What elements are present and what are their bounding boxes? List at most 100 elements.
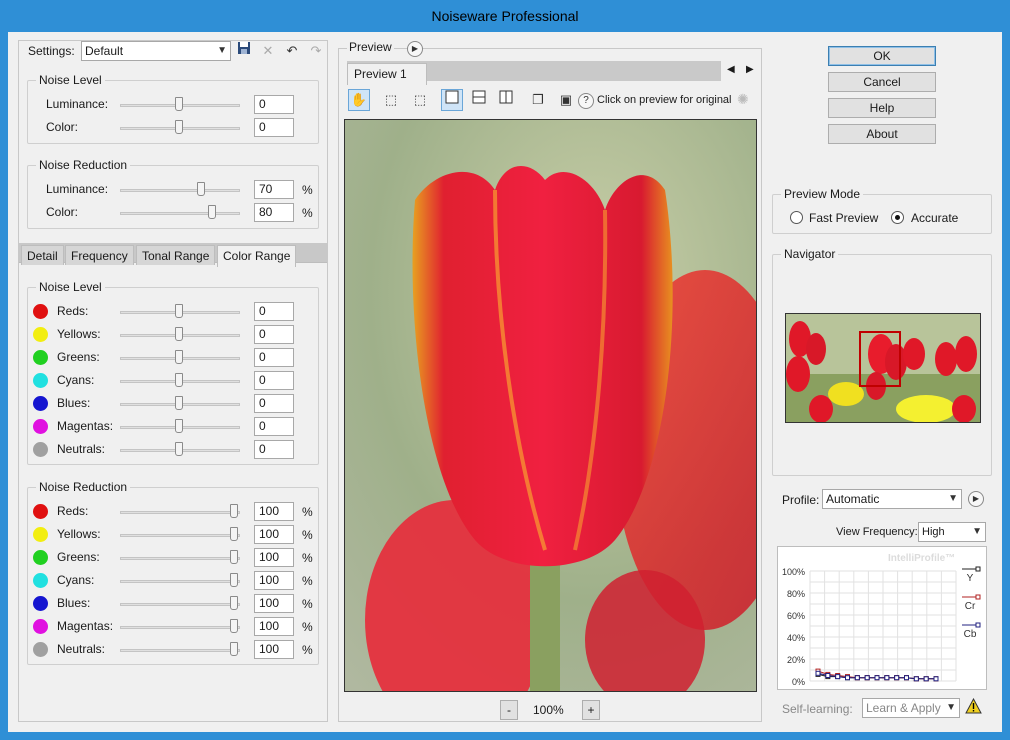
- help-button[interactable]: Help: [828, 98, 936, 118]
- add-selection-icon[interactable]: ⬚: [409, 89, 431, 111]
- color-input[interactable]: 0: [254, 118, 294, 137]
- learn-apply-dropdown[interactable]: Learn & Apply ▼: [862, 698, 960, 718]
- tab-color-range[interactable]: Color Range: [217, 245, 297, 267]
- tab-tonal-range[interactable]: Tonal Range: [136, 245, 216, 265]
- redo-icon[interactable]: ↷: [305, 40, 327, 62]
- color-row-slider[interactable]: [120, 580, 240, 583]
- color-row-input[interactable]: 100: [254, 617, 294, 636]
- color-row-slider[interactable]: [120, 557, 240, 560]
- color-row-slider-thumb[interactable]: [175, 419, 183, 433]
- color-row-input[interactable]: 0: [254, 302, 294, 321]
- cancel-button[interactable]: Cancel: [828, 72, 936, 92]
- color-row-slider-thumb[interactable]: [230, 527, 238, 541]
- about-button[interactable]: About: [828, 124, 936, 144]
- percent-label: %: [302, 643, 313, 657]
- color-row-input[interactable]: 0: [254, 440, 294, 459]
- new-preview-icon[interactable]: ❐: [527, 89, 549, 111]
- legend-label: Cr: [965, 601, 976, 612]
- preview-image[interactable]: [344, 119, 757, 692]
- color-row-label: Magentas:: [57, 619, 114, 633]
- navigator-thumbnail[interactable]: [785, 313, 981, 423]
- luminance-reduction-slider[interactable]: [120, 189, 240, 192]
- color-reduction-slider[interactable]: [120, 212, 240, 215]
- settings-dropdown[interactable]: Default ▼: [81, 41, 231, 61]
- preview-options-icon[interactable]: ▶: [407, 41, 423, 57]
- help-icon[interactable]: ?: [578, 93, 594, 109]
- color-swatch: [33, 504, 48, 519]
- color-row-slider-thumb[interactable]: [175, 327, 183, 341]
- noise-level-title: Noise Level: [36, 280, 105, 294]
- compare-icon[interactable]: ▣: [555, 89, 577, 111]
- color-row-input[interactable]: 100: [254, 548, 294, 567]
- color-row-slider-thumb[interactable]: [175, 304, 183, 318]
- color-row-input[interactable]: 0: [254, 417, 294, 436]
- color-row-input[interactable]: 0: [254, 348, 294, 367]
- color-slider-thumb[interactable]: [175, 120, 183, 134]
- preview-panel: Preview ▶ Preview 1 ◀ ▶ ✋ ⬚ ⬚ ❐ ▣ ? Clic…: [338, 40, 762, 722]
- color-row-slider-thumb[interactable]: [175, 396, 183, 410]
- percent-label: %: [302, 505, 313, 519]
- zoom-in-button[interactable]: +: [582, 700, 600, 720]
- color-row-input[interactable]: 100: [254, 502, 294, 521]
- color-row-slider[interactable]: [120, 626, 240, 629]
- color-row-input[interactable]: 100: [254, 571, 294, 590]
- delete-icon[interactable]: ✕: [257, 40, 279, 62]
- color-row-slider-thumb[interactable]: [230, 573, 238, 587]
- color-reduction-input[interactable]: 80: [254, 203, 294, 222]
- color-row-label: Greens:: [57, 350, 100, 364]
- color-row-input[interactable]: 0: [254, 394, 294, 413]
- color-row-label: Neutrals:: [57, 442, 106, 456]
- data-point: [904, 675, 909, 681]
- color-row-slider[interactable]: [120, 511, 240, 514]
- color-row-slider-thumb[interactable]: [230, 550, 238, 564]
- luminance-input[interactable]: 0: [254, 95, 294, 114]
- save-icon[interactable]: [233, 40, 255, 62]
- color-row-slider-thumb[interactable]: [175, 373, 183, 387]
- zoom-out-button[interactable]: -: [500, 700, 518, 720]
- color-row-input[interactable]: 100: [254, 594, 294, 613]
- color-row-slider[interactable]: [120, 649, 240, 652]
- tab-detail[interactable]: Detail: [21, 245, 64, 265]
- legend-marker: [975, 566, 981, 572]
- color-row-slider-thumb[interactable]: [175, 350, 183, 364]
- split-vertical-icon[interactable]: [495, 89, 517, 111]
- color-row-input[interactable]: 0: [254, 325, 294, 344]
- color-row-slider[interactable]: [120, 603, 240, 606]
- profile-options-icon[interactable]: ▶: [968, 491, 984, 507]
- fast-preview-radio[interactable]: [790, 211, 803, 224]
- color-row-slider-thumb[interactable]: [230, 642, 238, 656]
- color-row-slider-thumb[interactable]: [230, 504, 238, 518]
- undo-icon[interactable]: ↶: [281, 40, 303, 62]
- luminance-reduction-thumb[interactable]: [197, 182, 205, 196]
- color-row-slider[interactable]: [120, 534, 240, 537]
- hand-tool-icon[interactable]: ✋: [348, 89, 370, 111]
- legend-label: Y: [967, 573, 974, 584]
- prev-arrow-icon[interactable]: ◀: [727, 64, 735, 75]
- color-row-slider-thumb[interactable]: [230, 596, 238, 610]
- split-horizontal-icon[interactable]: [468, 89, 490, 111]
- luminance-slider-thumb[interactable]: [175, 97, 183, 111]
- noise-reduction-title: Noise Reduction: [36, 480, 131, 494]
- profile-dropdown[interactable]: Automatic ▼: [822, 489, 962, 509]
- color-row-input[interactable]: 100: [254, 525, 294, 544]
- luminance-reduction-input[interactable]: 70: [254, 180, 294, 199]
- color-swatch: [33, 442, 48, 457]
- tab-preview-1[interactable]: Preview 1: [347, 63, 427, 85]
- ok-button[interactable]: OK: [828, 46, 936, 66]
- color-reduction-thumb[interactable]: [208, 205, 216, 219]
- view-frequency-dropdown[interactable]: High ▼: [918, 522, 986, 542]
- data-point: [884, 675, 890, 681]
- color-row-input[interactable]: 0: [254, 371, 294, 390]
- color-row-slider-thumb[interactable]: [230, 619, 238, 633]
- select-tool-icon[interactable]: ⬚: [380, 89, 402, 111]
- data-point: [933, 676, 939, 682]
- single-view-icon[interactable]: [441, 89, 463, 111]
- profile-group: Profile: Automatic ▼ ▶ View Frequency: H…: [772, 489, 992, 724]
- color-row-input[interactable]: 100: [254, 640, 294, 659]
- tab-frequency[interactable]: Frequency: [65, 245, 134, 265]
- next-arrow-icon[interactable]: ▶: [746, 64, 754, 75]
- accurate-radio[interactable]: [891, 211, 904, 224]
- data-point: [845, 675, 850, 681]
- color-row-slider-thumb[interactable]: [175, 442, 183, 456]
- warning-icon[interactable]: [965, 697, 982, 717]
